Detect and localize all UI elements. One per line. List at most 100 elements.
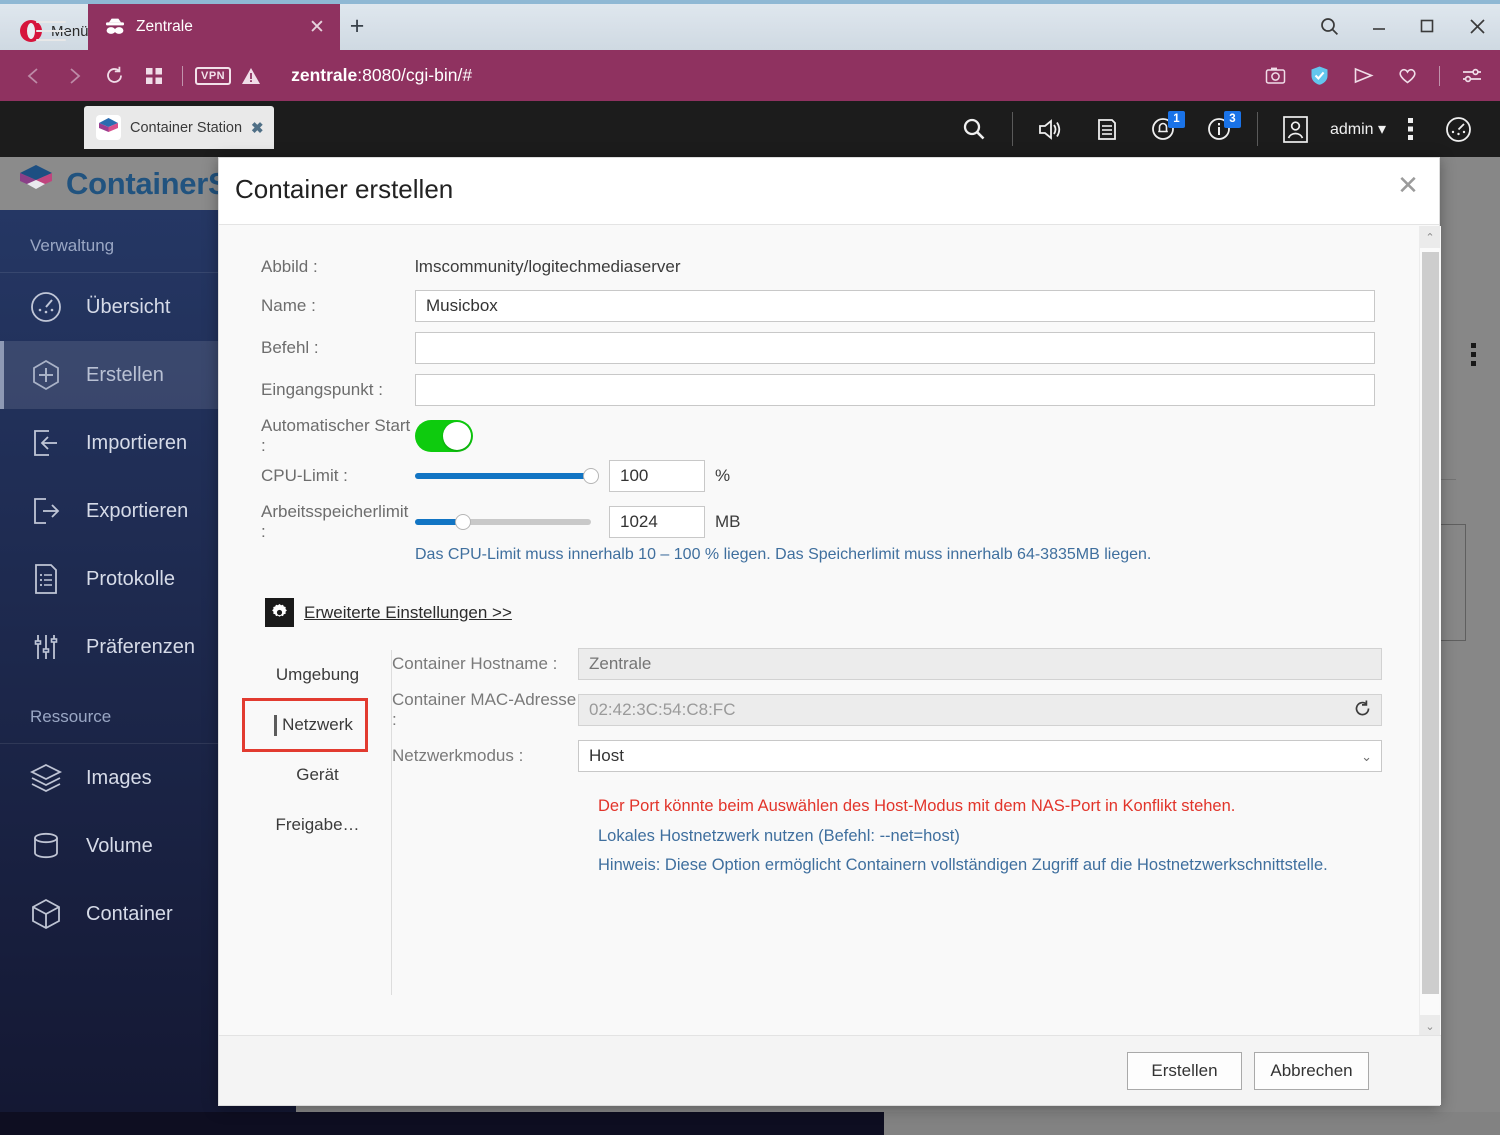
network-mode-select[interactable]: Host ⌄	[578, 740, 1382, 772]
send-flow-icon[interactable]	[1343, 56, 1383, 96]
cube-icon	[28, 896, 64, 932]
field-row-name: Name :	[261, 290, 1375, 322]
tab-label: Netzwerk	[282, 715, 353, 734]
document-list-icon	[28, 561, 64, 597]
advanced-settings-label: Erweiterte Einstellungen >>	[304, 602, 512, 622]
new-tab-button[interactable]: +	[344, 14, 370, 40]
network-messages: Der Port könnte beim Auswählen des Host-…	[598, 794, 1382, 879]
image-label: Abbild :	[261, 257, 318, 276]
tab-label: Gerät	[296, 765, 339, 784]
autostart-toggle[interactable]	[415, 420, 473, 452]
advanced-settings-link[interactable]: Erweiterte Einstellungen >>	[265, 598, 512, 627]
memory-slider[interactable]	[415, 512, 591, 532]
app-taskbar-close-icon[interactable]: ✖	[251, 119, 264, 137]
mac-input[interactable]	[578, 694, 1382, 726]
url-path: :8080/cgi-bin/#	[357, 65, 473, 85]
dialog-footer: Erstellen Abbrechen	[219, 1035, 1441, 1105]
tab-geraet[interactable]: Gerät	[244, 750, 391, 800]
back-button[interactable]	[14, 56, 54, 96]
name-input[interactable]	[415, 290, 1375, 322]
header-backup-icon[interactable]	[1079, 101, 1135, 157]
sidebar-label: Präferenzen	[86, 635, 195, 658]
ad-blocker-shield-icon[interactable]	[1299, 56, 1339, 96]
hostname-input[interactable]	[578, 648, 1382, 680]
image-value: lmscommunity/logitechmediaserver	[415, 257, 681, 276]
network-mode-label: Netzwerkmodus :	[392, 746, 524, 765]
reload-button[interactable]	[94, 56, 134, 96]
entrypoint-input[interactable]	[415, 374, 1375, 406]
network-row-hostname: Container Hostname :	[392, 648, 1382, 680]
app-taskbar-label: Container Station	[130, 119, 243, 136]
advanced-settings-tabs: Umgebung Netzwerk Gerät Freigabe…	[244, 650, 392, 995]
chevron-down-icon: ⌄	[1361, 749, 1372, 764]
addressbar-divider-right	[1439, 65, 1440, 86]
favorites-heart-icon[interactable]	[1387, 56, 1427, 96]
cpu-slider-knob[interactable]	[583, 468, 599, 484]
field-row-command: Befehl :	[261, 332, 1375, 364]
window-maximize-button[interactable]	[1406, 10, 1448, 42]
layers-icon	[28, 760, 64, 796]
sidebar-label: Exportieren	[86, 499, 189, 522]
easy-setup-sliders-icon[interactable]	[1452, 56, 1492, 96]
cpu-input[interactable]	[609, 460, 705, 492]
cpu-slider-fill	[415, 473, 591, 479]
scrollbar-down-arrow[interactable]: ⌄	[1420, 1015, 1440, 1037]
field-row-autostart: Automatischer Start :	[261, 416, 473, 456]
dashboard-icon	[28, 289, 64, 325]
create-button[interactable]: Erstellen	[1127, 1051, 1242, 1090]
window-close-button[interactable]	[1456, 10, 1498, 42]
header-more-options-icon[interactable]	[1392, 101, 1430, 157]
cpu-slider[interactable]	[415, 466, 599, 486]
sidebar-label: Importieren	[86, 431, 188, 454]
tab-netzwerk[interactable]: Netzwerk	[244, 700, 391, 750]
scrollbar-thumb[interactable]	[1422, 252, 1439, 994]
mac-label: Container MAC-Adresse :	[392, 690, 577, 729]
header-divider	[1011, 112, 1013, 146]
sidebar-label: Container	[86, 902, 173, 925]
info-badge: 3	[1223, 111, 1241, 128]
tab-freigabe[interactable]: Freigabe…	[244, 800, 391, 850]
network-row-mac: Container MAC-Adresse :	[392, 690, 1382, 730]
refresh-icon[interactable]	[1353, 699, 1372, 723]
vpn-badge[interactable]: VPN	[195, 66, 232, 85]
header-dashboard-icon[interactable]	[1430, 101, 1486, 157]
snapshot-camera-icon[interactable]	[1255, 56, 1295, 96]
browser-tab[interactable]: Zentrale ✕	[88, 4, 340, 50]
dialog-close-icon[interactable]: ✕	[1391, 168, 1425, 202]
qnap-header-icons: 1 3 admin ▾	[946, 101, 1486, 157]
command-input[interactable]	[415, 332, 1375, 364]
memory-input[interactable]	[609, 506, 705, 538]
field-row-image: Abbild : lmscommunity/logitechmediaserve…	[261, 257, 680, 277]
address-url[interactable]: zentrale:8080/cgi-bin/#	[291, 65, 472, 86]
header-volume-icon[interactable]	[1023, 101, 1079, 157]
browser-tab-close-icon[interactable]: ✕	[304, 16, 330, 39]
cancel-button[interactable]: Abbrechen	[1254, 1051, 1369, 1090]
network-mode-value: Host	[589, 746, 624, 765]
export-icon	[28, 493, 64, 529]
memory-slider-knob[interactable]	[454, 514, 471, 530]
user-menu-label[interactable]: admin ▾	[1324, 119, 1392, 139]
forward-button[interactable]	[54, 56, 94, 96]
header-info-icon[interactable]: 3	[1191, 101, 1247, 157]
user-avatar-icon[interactable]	[1268, 101, 1324, 157]
network-message-command: Lokales Hostnetzwerk nutzen (Befehl: --n…	[598, 826, 960, 845]
dialog-body: Abbild : lmscommunity/logitechmediaserve…	[219, 226, 1441, 1037]
header-notifications-icon[interactable]: 1	[1135, 101, 1191, 157]
header-search-icon[interactable]	[946, 101, 1002, 157]
notification-badge: 1	[1167, 111, 1185, 128]
command-label: Befehl :	[261, 338, 319, 357]
security-warning-icon[interactable]	[231, 56, 271, 96]
speed-dial-icon[interactable]	[134, 56, 174, 96]
scrollbar-up-arrow[interactable]: ⌃	[1420, 226, 1440, 248]
app-taskbar-item-container-station[interactable]: Container Station ✖	[84, 106, 274, 149]
window-minimize-button[interactable]	[1358, 10, 1400, 42]
import-icon	[28, 425, 64, 461]
dialog-scrollbar[interactable]: ⌃ ⌄	[1419, 226, 1440, 1037]
tab-umgebung[interactable]: Umgebung	[244, 650, 391, 700]
plus-hex-icon	[28, 357, 64, 393]
window-search-icon[interactable]	[1308, 10, 1350, 42]
qnap-menu-hamburger-icon[interactable]	[36, 14, 66, 42]
memory-label: Arbeitsspeicherlimit :	[261, 502, 409, 541]
field-row-entrypoint: Eingangspunkt :	[261, 374, 1375, 406]
entrypoint-label: Eingangspunkt :	[261, 380, 383, 399]
